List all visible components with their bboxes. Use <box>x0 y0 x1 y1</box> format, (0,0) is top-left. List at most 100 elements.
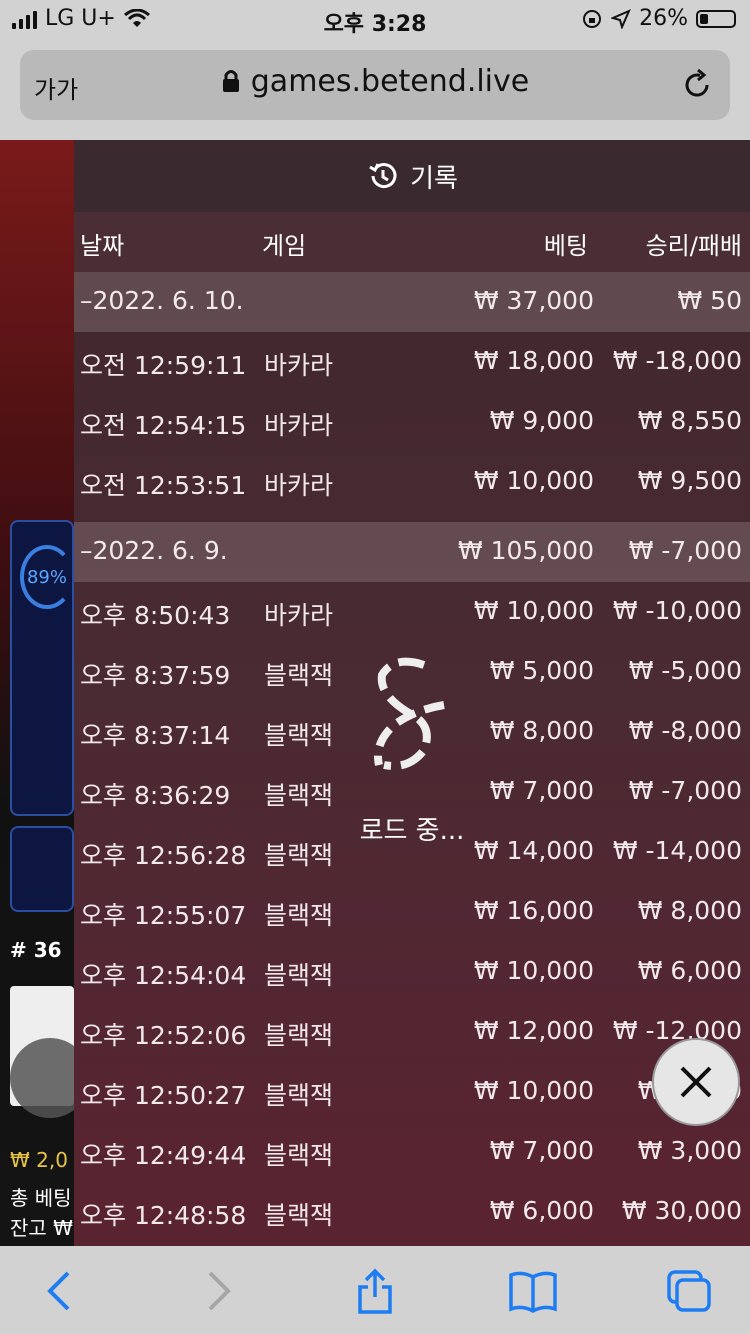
history-result: ₩ 8,550 <box>637 406 742 435</box>
loading-spinner-icon <box>374 657 445 770</box>
history-bet: ₩ 5,000 <box>489 656 594 685</box>
history-date: 오전 12:59:11 <box>80 351 247 380</box>
money-label: ₩ 2,0 <box>10 1148 68 1172</box>
reload-icon[interactable] <box>680 68 714 102</box>
history-row: 오후 12:52:06 블랙잭 ₩ 12,000 ₩ -12,000 <box>74 1002 750 1062</box>
address-bar[interactable]: 가가 games.betend.live <box>20 50 730 120</box>
history-date: –2022. 6. 10. <box>80 286 244 315</box>
battery-icon <box>696 9 736 28</box>
history-game: 블랙잭 <box>264 1141 334 1170</box>
history-result: ₩ -7,000 <box>628 536 742 565</box>
address-domain[interactable]: games.betend.live <box>20 64 730 99</box>
share-icon <box>358 1268 392 1314</box>
history-game: 바카라 <box>264 601 334 630</box>
back-button[interactable] <box>34 1268 84 1314</box>
history-result: ₩ -8,000 <box>628 716 742 745</box>
background-card-small <box>10 826 74 912</box>
history-result: ₩ -5,000 <box>628 656 742 685</box>
lock-icon <box>222 70 239 92</box>
history-bet: ₩ 6,000 <box>489 1196 594 1225</box>
balance-label: 잔고 ₩ <box>10 1216 73 1240</box>
browser-toolbar: 가가 games.betend.live <box>0 40 750 140</box>
history-bet: ₩ 18,000 <box>473 346 594 375</box>
close-button[interactable] <box>652 1038 740 1126</box>
forward-button[interactable] <box>194 1268 244 1314</box>
history-result: ₩ 30,000 <box>621 1196 742 1225</box>
share-button[interactable] <box>350 1268 400 1314</box>
history-game: 바카라 <box>264 351 334 380</box>
column-date: 날짜 <box>80 232 125 260</box>
history-bet: ₩ 8,000 <box>489 716 594 745</box>
progress-ring: 89% <box>20 545 74 609</box>
history-game: 블랙잭 <box>264 1021 334 1050</box>
history-date: 오후 12:49:44 <box>80 1141 247 1170</box>
history-title: 기록 <box>410 163 458 194</box>
history-result: ₩ 6,000 <box>637 956 742 985</box>
history-row: 오후 12:49:44 블랙잭 ₩ 7,000 ₩ 3,000 <box>74 1122 750 1182</box>
history-game: 블랙잭 <box>264 901 334 930</box>
domain-text: games.betend.live <box>250 64 530 99</box>
history-game: 블랙잭 <box>264 1201 334 1230</box>
history-date: 오후 12:55:07 <box>80 901 247 930</box>
bookmarks-button[interactable] <box>508 1268 558 1314</box>
bookmarks-icon <box>509 1271 557 1313</box>
history-date: 오후 12:54:04 <box>80 961 247 990</box>
location-icon <box>611 8 632 29</box>
tabs-button[interactable] <box>664 1268 714 1314</box>
history-bet: ₩ 7,000 <box>489 776 594 805</box>
history-bet: ₩ 7,000 <box>489 1136 594 1165</box>
history-date: 오후 12:50:27 <box>80 1081 247 1110</box>
history-date: –2022. 6. 9. <box>80 536 228 565</box>
history-bet: ₩ 105,000 <box>457 536 594 565</box>
history-game: 블랙잭 <box>264 961 334 990</box>
loading-text: 로드 중... <box>359 816 465 846</box>
history-row: 오후 12:50:27블랙잭₩ 10,000₩ 2,000 <box>74 1062 750 1122</box>
history-panel: 기록 날짜 게임 베팅 승리/패배 –2022. 6. 10. ₩ 37,000 ₩… <box>74 140 750 1246</box>
history-date-group: –2022. 6. 9. ₩ 105,000 ₩ -7,000 <box>74 522 750 582</box>
history-row: 오전 12:53:51 바카라 ₩ 10,000 ₩ 9,500 <box>74 452 750 512</box>
history-date: 오후 8:50:43 <box>80 601 231 630</box>
history-date: 오전 12:54:15 <box>80 411 247 440</box>
history-bet: ₩ 10,000 <box>473 596 594 625</box>
history-result: ₩ -10,000 <box>612 596 742 625</box>
history-date: 오전 12:53:51 <box>80 471 247 500</box>
history-game: 바카라 <box>264 471 334 500</box>
history-bet: ₩ 37,000 <box>473 286 594 315</box>
status-bar: LG U+ 오후 3:28 26% <box>0 0 750 40</box>
history-result: ₩ -18,000 <box>612 346 742 375</box>
history-game: 블랙잭 <box>264 661 334 690</box>
history-row: 오후 12:54:04 블랙잭 ₩ 10,000 ₩ 6,000 <box>74 942 750 1002</box>
back-icon <box>47 1271 70 1311</box>
history-result: ₩ 3,000 <box>637 1136 742 1165</box>
table-id: # 36 <box>10 938 62 962</box>
history-date-group: –2022. 6. 10. ₩ 37,000 ₩ 50 <box>74 272 750 332</box>
battery-fill <box>700 13 709 24</box>
history-date: 오후 8:37:14 <box>80 721 231 750</box>
browser-bottom-bar <box>0 1246 750 1334</box>
history-game: 블랙잭 <box>264 781 334 810</box>
history-row: 오전 12:54:15 바카라 ₩ 9,000 ₩ 8,550 <box>74 392 750 452</box>
history-bet: ₩ 10,000 <box>473 1076 594 1105</box>
total-bet-label: 총 베팅 <box>10 1186 72 1210</box>
history-date: 오후 12:48:58 <box>80 1201 247 1230</box>
history-row: 오전 12:59:11 바카라 ₩ 18,000 ₩ -18,000 <box>74 332 750 392</box>
history-row: 오후 8:50:43 바카라 ₩ 10,000 ₩ -10,000 <box>74 582 750 642</box>
history-game: 블랙잭 <box>264 1081 334 1110</box>
history-row: 오후 12:48:58 블랙잭 ₩ 6,000 ₩ 30,000 <box>74 1182 750 1242</box>
history-date: 오후 8:37:59 <box>80 661 231 690</box>
status-right: 26% <box>581 6 736 31</box>
tabs-icon <box>667 1270 711 1312</box>
history-bet: ₩ 10,000 <box>473 466 594 495</box>
history-game: 바카라 <box>264 411 334 440</box>
column-result: 승리/패배 <box>645 232 742 260</box>
history-bet: ₩ 12,000 <box>473 1016 594 1045</box>
history-header: 기록 <box>74 140 750 212</box>
history-bet: ₩ 9,000 <box>489 406 594 435</box>
battery-percent: 26% <box>639 6 688 31</box>
forward-icon <box>208 1271 231 1311</box>
column-game: 게임 <box>262 232 307 260</box>
history-result: ₩ -7,000 <box>628 776 742 805</box>
history-bet: ₩ 10,000 <box>473 956 594 985</box>
history-date: 오후 12:52:06 <box>80 1021 247 1050</box>
history-result: ₩ 8,000 <box>637 896 742 925</box>
